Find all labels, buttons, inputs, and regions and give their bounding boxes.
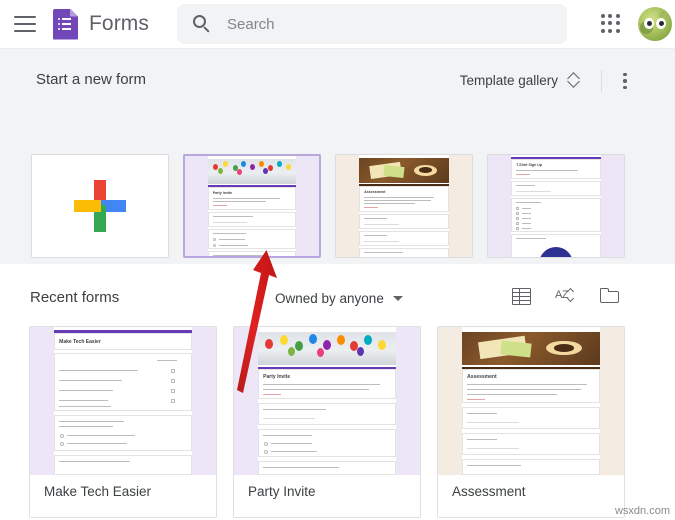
owner-filter-label: Owned by anyone — [275, 291, 384, 306]
template-thumb-assessment[interactable]: Assessment — [335, 154, 473, 258]
apps-grid-icon[interactable] — [601, 14, 621, 34]
template-thumb-blank[interactable] — [31, 154, 169, 258]
template-thumb-party-invite[interactable]: Party Invite — [183, 154, 321, 258]
more-vertical-icon[interactable] — [615, 71, 635, 91]
form-preview: T-Shirt Sign Up — [488, 155, 624, 257]
start-new-form-section: Start a new form Template gallery Blank — [0, 49, 675, 283]
recent-form-card-assessment[interactable]: Assessment Assessment — [437, 326, 625, 518]
recent-view-controls: AZ — [511, 286, 620, 307]
section-title-recent-forms: Recent forms — [30, 289, 120, 306]
caret-down-icon — [392, 296, 403, 301]
template-gallery-label: Template gallery — [459, 73, 558, 88]
folder-icon[interactable] — [599, 286, 620, 307]
recent-forms-section: Recent forms Owned by anyone AZ Make Tec… — [0, 264, 675, 520]
search-icon — [193, 14, 212, 34]
template-gallery-toggle[interactable]: Template gallery — [460, 72, 580, 89]
hamburger-menu-icon[interactable] — [14, 16, 36, 32]
sort-az-icon[interactable]: AZ — [555, 286, 576, 307]
recent-form-label: Make Tech Easier — [44, 484, 152, 499]
chevron-up-down-icon — [567, 72, 580, 89]
recent-form-card-party-invite[interactable]: Party Invite Party Invite — [233, 326, 421, 518]
watermark: wsxdn.com — [614, 505, 670, 517]
recent-form-thumb: Assessment — [438, 327, 624, 475]
recent-form-label: Assessment — [452, 484, 526, 499]
recent-form-thumb: Party Invite — [234, 327, 420, 475]
recent-header: Recent forms Owned by anyone AZ — [0, 286, 675, 316]
app-title: Forms — [89, 12, 149, 35]
header-divider — [601, 70, 602, 92]
balloons-image — [258, 332, 396, 365]
recent-form-thumb: Make Tech Easier — [30, 327, 216, 475]
template-thumb-tshirt-sign-up[interactable]: T-Shirt Sign Up — [487, 154, 625, 258]
forms-home-page: Forms Search Start a new form Template g… — [0, 0, 675, 520]
plus-icon — [74, 180, 126, 232]
templates-header: Start a new form Template gallery — [0, 68, 675, 96]
owner-filter-dropdown[interactable]: Owned by anyone — [275, 291, 403, 306]
recent-forms-list: Make Tech Easier Make Tech Easier Party … — [0, 326, 675, 520]
list-view-icon[interactable] — [511, 286, 532, 307]
forms-logo-icon — [53, 8, 78, 40]
form-preview: Party Invite — [185, 156, 319, 256]
section-title-start-new-form: Start a new form — [36, 71, 147, 88]
search-bar[interactable]: Search — [177, 4, 567, 44]
app-header: Forms Search — [0, 0, 675, 49]
search-input-placeholder[interactable]: Search — [227, 16, 275, 33]
form-preview: Assessment — [336, 155, 472, 257]
coffee-notebook-image — [462, 332, 600, 365]
account-avatar[interactable] — [638, 7, 672, 41]
balloons-image — [207, 159, 297, 184]
recent-form-card-make-tech-easier[interactable]: Make Tech Easier Make Tech Easier — [29, 326, 217, 518]
coffee-notebook-image — [359, 158, 449, 183]
recent-form-label: Party Invite — [248, 484, 316, 499]
